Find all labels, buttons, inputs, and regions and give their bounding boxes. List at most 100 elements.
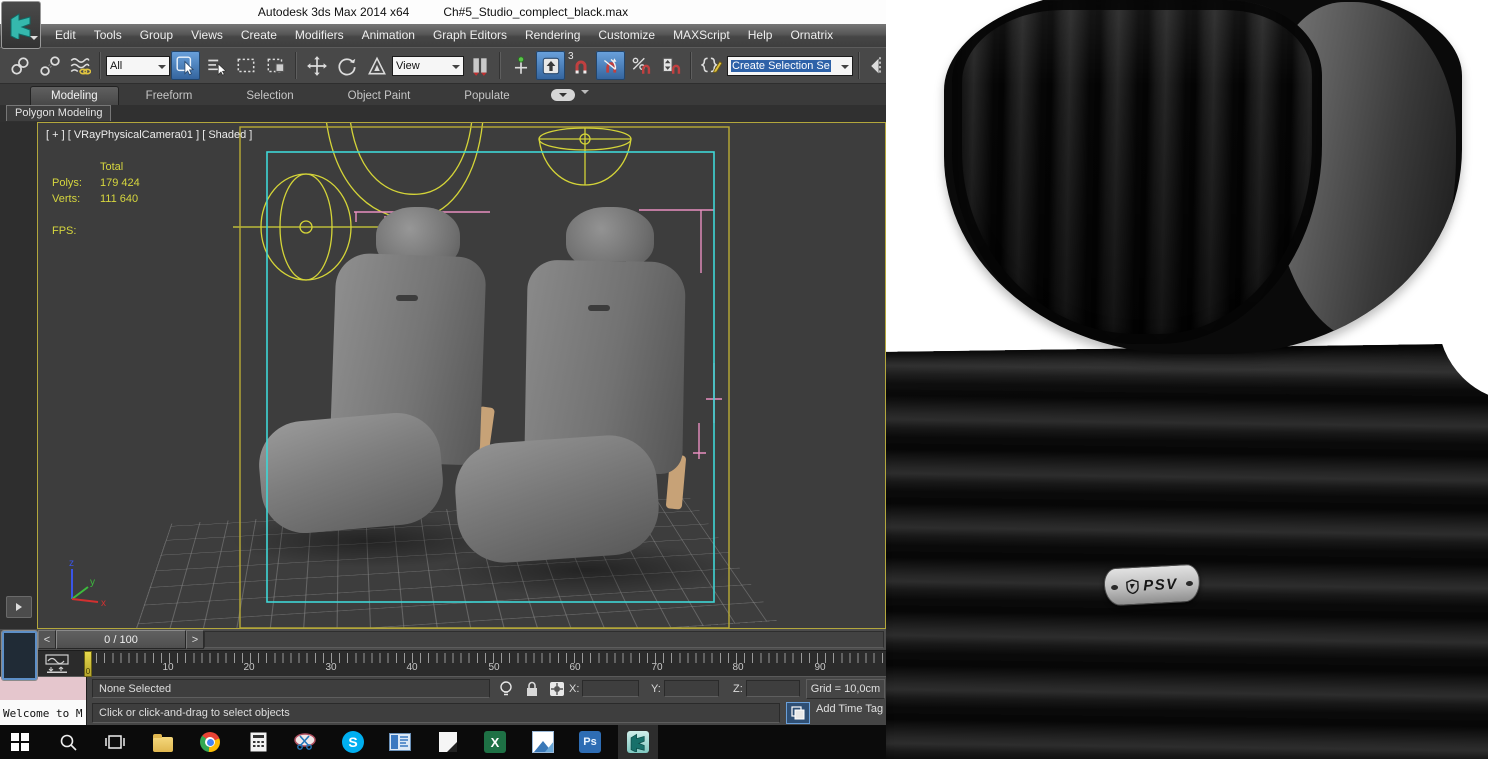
tab-selection[interactable]: Selection	[219, 87, 320, 105]
select-and-rotate-button[interactable]	[332, 51, 361, 80]
track-bar[interactable]: 10 20 30 40 50 60 70 80 90 0	[0, 650, 886, 677]
absolute-mode-icon[interactable]	[547, 679, 567, 699]
time-slider-handle[interactable]: 0 / 100	[56, 630, 186, 649]
mirror-button[interactable]	[865, 51, 886, 80]
menu-help[interactable]: Help	[739, 24, 782, 47]
menu-customize[interactable]: Customize	[589, 24, 664, 47]
chrome-button[interactable]	[198, 730, 222, 754]
z-coordinate-input[interactable]	[746, 680, 800, 697]
layout-flyout-button[interactable]	[6, 596, 32, 618]
percent-snap-toggle-button[interactable]	[626, 51, 655, 80]
ruler-label: 10	[162, 662, 174, 673]
application-menu-button[interactable]	[1, 1, 41, 49]
spinner-snap-toggle-button[interactable]	[656, 51, 685, 80]
selection-lock-icon[interactable]	[522, 679, 542, 699]
menu-ornatrix[interactable]: Ornatrix	[781, 24, 842, 47]
snaps-toggle-button[interactable]: 3	[566, 51, 595, 80]
photoshop-button[interactable]: Ps	[578, 730, 602, 754]
snipping-tool-button[interactable]	[293, 730, 317, 754]
spinner-snap-icon	[662, 57, 680, 74]
ribbon-minimize-button[interactable]	[550, 89, 575, 101]
menu-group[interactable]: Group	[131, 24, 182, 47]
chevron-down-icon[interactable]	[580, 90, 589, 98]
keyboard-override-bulb-icon[interactable]	[496, 679, 516, 699]
unlink-selection-button[interactable]	[35, 51, 64, 80]
stats-total-label: Total	[100, 161, 124, 173]
tab-modeling[interactable]: Modeling	[30, 86, 119, 105]
menu-animation[interactable]: Animation	[353, 24, 424, 47]
3dsmax-taskbar-button[interactable]	[626, 730, 650, 754]
use-pivot-point-center-button[interactable]	[465, 51, 494, 80]
workspace: [ + ] [ VRayPhysicalCamera01 ] [ Shaded …	[0, 122, 886, 629]
angle-snap-toggle-button[interactable]	[596, 51, 625, 80]
select-and-scale-button[interactable]	[362, 51, 391, 80]
start-button[interactable]	[8, 730, 32, 754]
file-name: Ch#5_Studio_complect_black.max	[443, 5, 629, 19]
menu-maxscript[interactable]: MAXScript	[664, 24, 739, 47]
viewport-label[interactable]: [ + ] [ VRayPhysicalCamera01 ] [ Shaded …	[46, 129, 252, 141]
menu-modifiers[interactable]: Modifiers	[286, 24, 353, 47]
current-frame-marker[interactable]: 0	[84, 651, 92, 677]
psv-brand-badge: PSV	[1103, 563, 1201, 607]
task-view-button[interactable]	[103, 730, 127, 754]
office-document-button[interactable]	[388, 730, 412, 754]
keyboard-shortcut-override-button[interactable]	[536, 51, 565, 80]
calculator-icon	[250, 732, 266, 752]
tab-populate[interactable]: Populate	[437, 87, 536, 105]
rendered-seat-image: PSV	[886, 0, 1488, 759]
maxscript-mini-listener[interactable]: Welcome to M	[0, 700, 87, 725]
menu-views[interactable]: Views	[182, 24, 232, 47]
x-coordinate-input[interactable]	[582, 680, 639, 697]
tab-object-paint[interactable]: Object Paint	[321, 87, 438, 105]
select-by-name-button[interactable]	[201, 51, 230, 80]
edit-named-selection-sets-button[interactable]	[697, 51, 726, 80]
notepad-button[interactable]	[436, 730, 460, 754]
select-and-link-button[interactable]	[5, 51, 34, 80]
maxscript-listener-macro-pane[interactable]	[0, 677, 87, 700]
menu-graph-editors[interactable]: Graph Editors	[424, 24, 516, 47]
x-coordinate-label: X:	[569, 683, 580, 695]
select-and-move-button[interactable]	[302, 51, 331, 80]
y-coordinate-input[interactable]	[664, 680, 719, 697]
isolate-selection-button[interactable]	[786, 702, 810, 724]
file-explorer-button[interactable]	[151, 730, 175, 754]
selection-filter-dropdown[interactable]: All	[106, 55, 170, 76]
photos-button[interactable]	[531, 730, 555, 754]
tab-freeform[interactable]: Freeform	[119, 87, 220, 105]
next-frame-button[interactable]: >	[186, 630, 204, 649]
mini-curve-editor-icon[interactable]	[45, 654, 69, 674]
select-object-button[interactable]	[171, 51, 200, 80]
named-selection-sets-dropdown[interactable]: Create Selection Se	[727, 55, 853, 76]
polygon-modeling-panel-tab[interactable]: Polygon Modeling	[6, 105, 112, 121]
camera-viewport[interactable]: [ + ] [ VRayPhysicalCamera01 ] [ Shaded …	[37, 122, 886, 629]
photoshop-icon: Ps	[579, 731, 601, 753]
previous-frame-button[interactable]: <	[38, 630, 56, 649]
menu-rendering[interactable]: Rendering	[516, 24, 589, 47]
rectangular-selection-region-button[interactable]	[231, 51, 260, 80]
add-time-tag-button[interactable]: Add Time Tag	[816, 703, 883, 715]
ruler-label: 80	[732, 662, 744, 673]
taskbar-search-button[interactable]	[56, 730, 80, 754]
menu-tools[interactable]: Tools	[85, 24, 131, 47]
title-bar: Autodesk 3ds Max 2014 x64 Ch#5_Studio_co…	[0, 0, 886, 25]
angle-snap-icon	[603, 57, 616, 73]
skype-icon: S	[342, 731, 364, 753]
select-by-name-icon	[207, 59, 227, 76]
window-crossing-toggle-button[interactable]	[261, 51, 290, 80]
menu-edit[interactable]: Edit	[46, 24, 85, 47]
chevron-down-icon	[30, 36, 38, 44]
mirror-icon	[870, 56, 881, 75]
calculator-button[interactable]	[246, 730, 270, 754]
active-layout-tab[interactable]	[1, 630, 38, 681]
world-axis-tripod: z y x	[69, 558, 106, 609]
ruler-label: 50	[488, 662, 500, 673]
select-and-manipulate-button[interactable]	[506, 51, 535, 80]
ribbon-panel-row: Polygon Modeling	[0, 105, 886, 122]
skype-button[interactable]: S	[341, 730, 365, 754]
excel-button[interactable]: X	[483, 730, 507, 754]
time-slider-track[interactable]	[204, 631, 884, 648]
bind-to-space-warp-button[interactable]	[65, 51, 94, 80]
menu-create[interactable]: Create	[232, 24, 286, 47]
reference-coordinate-system-dropdown[interactable]: View	[392, 55, 464, 76]
toolbar-separator	[99, 52, 101, 79]
